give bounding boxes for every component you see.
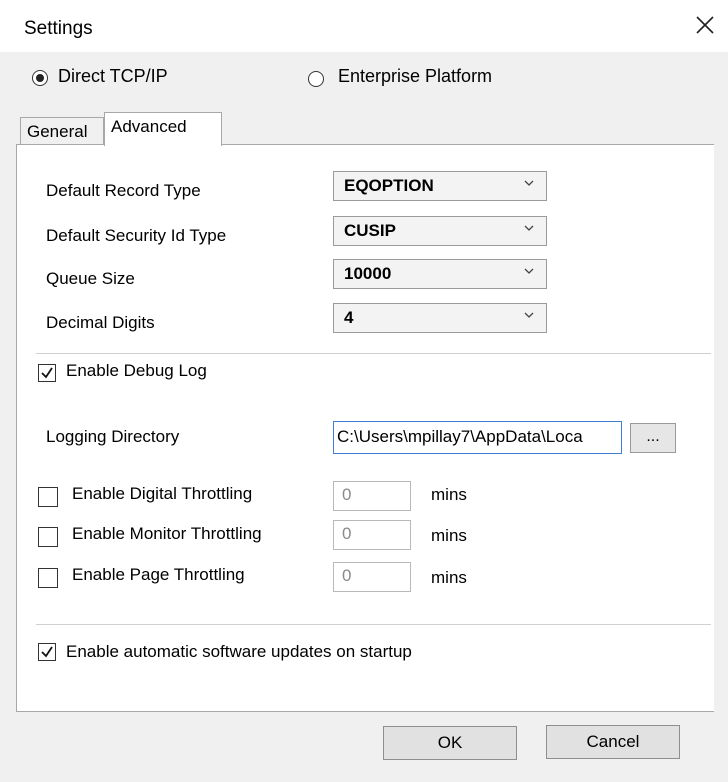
chevron-down-icon bbox=[524, 180, 534, 186]
select-value: 10000 bbox=[344, 264, 392, 283]
select-value: 4 bbox=[344, 308, 354, 327]
check-icon bbox=[41, 367, 53, 379]
input-placeholder: 0 bbox=[342, 566, 352, 585]
chevron-down-icon bbox=[524, 268, 534, 274]
check-icon bbox=[41, 646, 53, 658]
close-icon[interactable] bbox=[694, 14, 716, 36]
logging-directory-input[interactable]: C:\Users\mpillay7\AppData\Loca bbox=[333, 421, 622, 454]
enable-monitor-throttling-label: Enable Monitor Throttling bbox=[72, 524, 262, 543]
enable-digital-throttling-label: Enable Digital Throttling bbox=[72, 484, 253, 503]
radio-button[interactable] bbox=[32, 70, 48, 86]
decimal-digits-select[interactable]: 4 bbox=[333, 303, 547, 333]
default-record-type-label: Default Record Type bbox=[46, 181, 201, 200]
enable-page-throttling-label: Enable Page Throttling bbox=[72, 565, 245, 584]
select-value: EQOPTION bbox=[344, 176, 434, 195]
input-value: C:\Users\mpillay7\AppData\Loca bbox=[337, 427, 583, 446]
decimal-digits-label: Decimal Digits bbox=[46, 313, 155, 332]
monitor-throttling-unit: mins bbox=[431, 526, 467, 545]
browse-button[interactable]: ... bbox=[630, 423, 676, 453]
default-security-id-type-select[interactable]: CUSIP bbox=[333, 216, 547, 246]
chevron-down-icon bbox=[524, 312, 534, 318]
radio-enterprise-platform[interactable]: Enterprise Platform bbox=[308, 66, 528, 88]
title-bar bbox=[0, 0, 728, 52]
input-placeholder: 0 bbox=[342, 524, 352, 543]
chevron-down-icon bbox=[524, 225, 534, 231]
enable-debug-log-label: Enable Debug Log bbox=[66, 361, 207, 380]
page-throttling-unit: mins bbox=[431, 568, 467, 587]
radio-button[interactable] bbox=[308, 71, 324, 87]
queue-size-label: Queue Size bbox=[46, 269, 135, 288]
enable-page-throttling-checkbox[interactable] bbox=[38, 568, 58, 588]
divider bbox=[36, 354, 711, 355]
default-record-type-select[interactable]: EQOPTION bbox=[333, 171, 547, 201]
digital-throttling-input[interactable]: 0 bbox=[333, 481, 411, 511]
enable-debug-log-checkbox[interactable] bbox=[38, 364, 56, 382]
divider bbox=[36, 625, 711, 626]
ok-button[interactable]: OK bbox=[383, 726, 517, 760]
enable-digital-throttling-checkbox[interactable] bbox=[38, 487, 58, 507]
enable-auto-updates-checkbox[interactable] bbox=[38, 643, 56, 661]
select-value: CUSIP bbox=[344, 221, 396, 240]
tab-advanced[interactable]: Advanced bbox=[104, 112, 222, 146]
tab-general[interactable]: General bbox=[20, 117, 104, 144]
enable-monitor-throttling-checkbox[interactable] bbox=[38, 527, 58, 547]
enable-auto-updates-label: Enable automatic software updates on sta… bbox=[66, 642, 412, 661]
radio-label: Direct TCP/IP bbox=[58, 66, 168, 86]
digital-throttling-unit: mins bbox=[431, 485, 467, 504]
cancel-button[interactable]: Cancel bbox=[546, 725, 680, 759]
monitor-throttling-input[interactable]: 0 bbox=[333, 520, 411, 550]
default-security-id-type-label: Default Security Id Type bbox=[46, 226, 227, 245]
radio-direct-tcpip[interactable]: Direct TCP/IP bbox=[32, 66, 232, 88]
page-throttling-input[interactable]: 0 bbox=[333, 562, 411, 592]
logging-directory-label: Logging Directory bbox=[46, 427, 180, 446]
radio-label: Enterprise Platform bbox=[338, 66, 493, 86]
input-placeholder: 0 bbox=[342, 485, 352, 504]
window-title: Settings bbox=[24, 18, 93, 39]
queue-size-select[interactable]: 10000 bbox=[333, 259, 547, 289]
